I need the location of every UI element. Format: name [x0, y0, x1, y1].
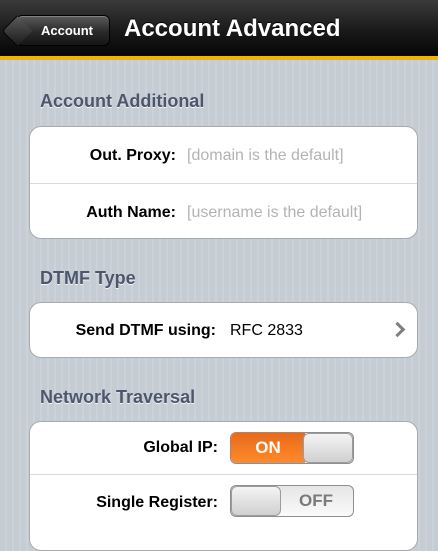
chevron-right-icon: [389, 321, 406, 338]
out-proxy-label: Out. Proxy:: [89, 147, 176, 164]
navigation-bar: Account Account Advanced: [0, 0, 438, 60]
auth-name-label: Auth Name:: [86, 204, 176, 221]
send-dtmf-row[interactable]: Send DTMF using: RFC 2833: [30, 303, 417, 357]
single-register-row: Single Register: OFF: [30, 474, 417, 526]
section-header-dtmf-type: DTMF Type: [40, 268, 136, 288]
single-register-toggle-off: OFF: [299, 491, 333, 510]
out-proxy-input[interactable]: [187, 146, 412, 166]
global-ip-toggle[interactable]: ON: [230, 432, 354, 464]
global-ip-row: Global IP: ON: [30, 422, 417, 474]
account-additional-group: Out. Proxy: Auth Name:: [29, 126, 418, 239]
send-dtmf-label: Send DTMF using:: [75, 322, 216, 339]
single-register-label: Single Register:: [96, 494, 218, 511]
toggle-knob: [303, 433, 353, 463]
back-button-label: Account: [41, 23, 93, 38]
single-register-toggle[interactable]: OFF: [230, 485, 354, 517]
global-ip-label: Global IP:: [143, 439, 218, 456]
out-proxy-row: Out. Proxy:: [30, 127, 417, 183]
send-dtmf-value: RFC 2833: [230, 322, 303, 339]
page-title: Account Advanced: [124, 15, 341, 42]
auth-name-row: Auth Name:: [30, 183, 417, 238]
section-header-network-traversal: Network Traversal: [40, 387, 196, 407]
section-header-account-additional: Account Additional: [40, 91, 205, 111]
back-button[interactable]: Account: [16, 15, 110, 46]
auth-name-input[interactable]: [187, 203, 412, 223]
toggle-knob: [231, 486, 281, 516]
network-traversal-group: Global IP: ON Single Register: OFF: [29, 421, 418, 551]
global-ip-toggle-on: ON: [231, 433, 305, 463]
dtmf-type-group: Send DTMF using: RFC 2833: [29, 302, 418, 358]
